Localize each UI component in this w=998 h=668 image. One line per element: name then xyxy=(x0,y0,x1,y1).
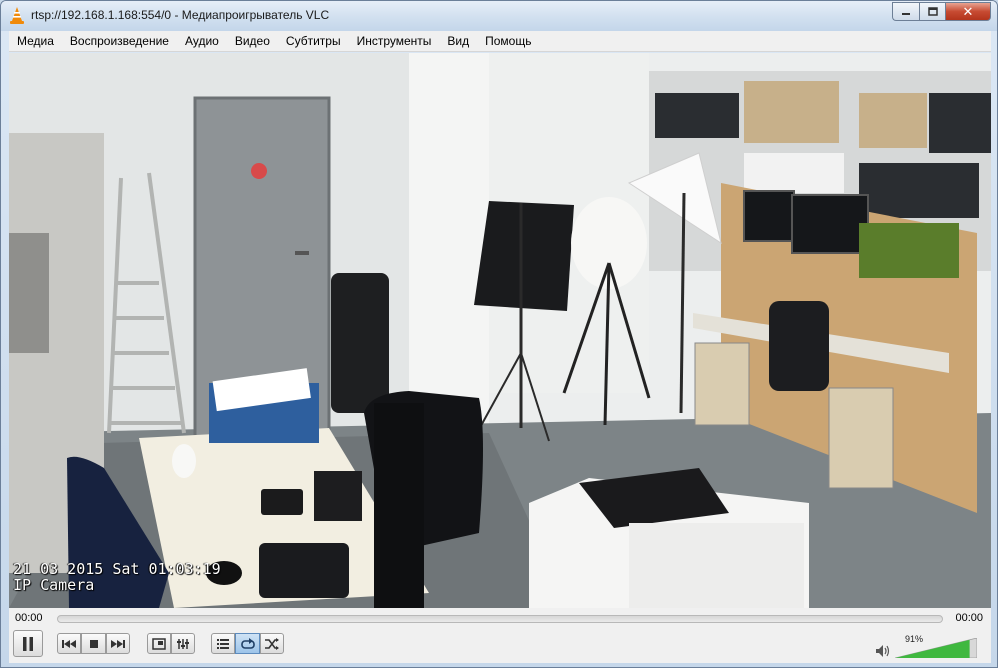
minimize-icon xyxy=(902,12,910,15)
extended-settings-button[interactable] xyxy=(171,633,195,654)
menu-playback[interactable]: Воспроизведение xyxy=(62,31,177,52)
playlist-button[interactable] xyxy=(211,633,235,654)
menu-help[interactable]: Помощь xyxy=(477,31,539,52)
close-button[interactable]: ✕ xyxy=(945,2,991,21)
menu-media[interactable]: Медиа xyxy=(9,31,62,52)
video-output[interactable]: 21 03 2015 Sat 01:03:19 IP Camera xyxy=(9,53,991,608)
next-icon xyxy=(111,639,125,648)
speaker-icon[interactable] xyxy=(875,643,891,659)
menu-audio[interactable]: Аудио xyxy=(177,31,227,52)
stop-button[interactable] xyxy=(81,633,106,654)
equalizer-icon xyxy=(177,638,189,649)
total-time: 00:00 xyxy=(955,612,983,624)
elapsed-time: 00:00 xyxy=(15,612,43,624)
fullscreen-icon xyxy=(152,637,166,650)
title-bar[interactable]: rtsp://192.168.1.168:554/0 - Медиапроигр… xyxy=(1,1,997,31)
playlist-icon xyxy=(217,638,229,649)
pause-button[interactable] xyxy=(13,630,43,657)
close-icon: ✕ xyxy=(962,3,974,19)
shuffle-button[interactable] xyxy=(260,633,284,654)
vlc-window: rtsp://192.168.1.168:554/0 - Медиапроигр… xyxy=(0,0,998,668)
previous-button[interactable] xyxy=(57,633,81,654)
maximize-icon xyxy=(927,7,938,16)
menu-tools[interactable]: Инструменты xyxy=(349,31,440,52)
loop-icon xyxy=(240,637,255,649)
playback-controls: 00:00 00:00 91% xyxy=(9,608,991,663)
window-title: rtsp://192.168.1.168:554/0 - Медиапроигр… xyxy=(31,8,330,22)
vlc-cone-icon xyxy=(10,7,24,24)
menu-subtitles[interactable]: Субтитры xyxy=(278,31,349,52)
previous-icon xyxy=(62,639,76,648)
loop-button[interactable] xyxy=(235,633,260,654)
maximize-button[interactable] xyxy=(919,2,945,21)
pause-icon xyxy=(23,636,33,651)
menu-video[interactable]: Видео xyxy=(227,31,278,52)
volume-slider[interactable] xyxy=(895,638,977,658)
minimize-button[interactable] xyxy=(892,2,919,21)
stop-icon xyxy=(89,639,98,648)
fullscreen-button[interactable] xyxy=(147,633,171,654)
seek-bar[interactable] xyxy=(57,615,943,623)
camera-frame-image xyxy=(9,53,991,608)
osd-camera-label: IP Camera xyxy=(13,576,95,594)
next-button[interactable] xyxy=(106,633,130,654)
menu-bar: Медиа Воспроизведение Аудио Видео Субтит… xyxy=(9,31,991,52)
shuffle-icon xyxy=(265,637,279,650)
menu-view[interactable]: Вид xyxy=(439,31,477,52)
